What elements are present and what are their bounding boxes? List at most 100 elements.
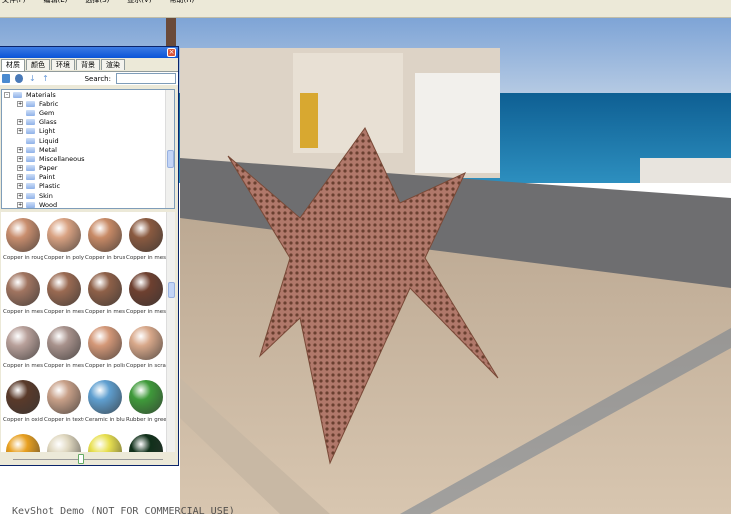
watermark-text: KeyShot Demo (NOT FOR COMMERCIAL USE): [12, 506, 235, 514]
material-label: Copper in mesh grid: [85, 309, 125, 315]
scrollbar-thumb[interactable]: [167, 150, 174, 168]
material-thumbnail[interactable]: Copper in oxidized: [3, 376, 43, 430]
material-thumbnail[interactable]: Rubber in green: [126, 376, 166, 430]
material-thumbnail[interactable]: Fabric cream: [44, 430, 84, 452]
folder-icon: [26, 155, 35, 162]
expand-icon[interactable]: +: [17, 100, 23, 107]
expand-icon[interactable]: +: [17, 174, 23, 181]
tree-item[interactable]: + Glass: [2, 118, 174, 127]
material-thumbnail[interactable]: Copper in brushed: [85, 214, 125, 268]
panel-titlebar[interactable]: ×: [0, 47, 178, 58]
folder-icon: [26, 146, 35, 153]
refresh-icon[interactable]: [15, 74, 24, 83]
folder-icon: [26, 183, 35, 190]
material-thumbnail[interactable]: Copper in mesh: [126, 214, 166, 268]
material-thumbnail[interactable]: Copper in polished: [85, 322, 125, 376]
building: [640, 158, 731, 183]
tree-item[interactable]: + Plastic: [2, 182, 174, 191]
material-thumbnail[interactable]: Ceramic in blue: [85, 376, 125, 430]
menu-item[interactable]: 显示(V): [127, 0, 151, 7]
tree-item[interactable]: + Paint: [2, 173, 174, 182]
folder-icon: [26, 119, 35, 126]
material-preview: [47, 218, 81, 252]
expand-icon[interactable]: +: [17, 201, 23, 208]
tab[interactable]: 环境: [51, 59, 75, 70]
material-thumbnail[interactable]: Copper in mesh dark: [126, 268, 166, 322]
search-input[interactable]: [115, 73, 176, 84]
material-preview: [129, 218, 163, 252]
material-thumbnail[interactable]: Copper in mesh grid: [85, 268, 125, 322]
tab[interactable]: 材质: [1, 59, 25, 71]
expand-icon[interactable]: +: [17, 183, 23, 190]
material-thumbnail[interactable]: Copper in mesh cross: [3, 322, 43, 376]
material-preview: [47, 434, 81, 452]
material-preview: [47, 380, 81, 414]
slider-knob[interactable]: [77, 454, 84, 464]
tree-item-label: Materials: [26, 90, 56, 99]
tree-scrollbar[interactable]: [165, 90, 174, 208]
expand-icon[interactable]: +: [17, 146, 23, 153]
material-thumbnail[interactable]: Plastic yellow: [85, 430, 125, 452]
material-thumbnail[interactable]: Plastic orange: [3, 430, 43, 452]
close-icon[interactable]: ×: [167, 48, 176, 57]
tab[interactable]: 背景: [76, 59, 100, 70]
material-thumbnail[interactable]: Copper in textured: [44, 376, 84, 430]
expand-icon[interactable]: +: [17, 119, 23, 126]
slider-track[interactable]: [13, 459, 163, 460]
tree-item[interactable]: - Materials: [2, 90, 174, 99]
tab[interactable]: 颜色: [26, 59, 50, 70]
tree-item-label: Paper: [39, 164, 58, 173]
expand-icon[interactable]: -: [4, 91, 10, 98]
tree-item[interactable]: + Metal: [2, 145, 174, 154]
material-preview: [6, 272, 40, 306]
tree-item[interactable]: + Paper: [2, 164, 174, 173]
material-thumbnail[interactable]: Paint dark green: [126, 430, 166, 452]
material-label: Rubber in green: [126, 417, 166, 423]
tree-item[interactable]: Liquid: [2, 136, 174, 145]
expand-icon[interactable]: +: [17, 192, 23, 199]
tree-item-label: Paint: [39, 173, 56, 182]
tree-item[interactable]: + Light: [2, 127, 174, 136]
tab[interactable]: 渲染: [101, 59, 125, 70]
tree-item[interactable]: + Miscellaneous: [2, 154, 174, 163]
add-icon[interactable]: [2, 74, 11, 83]
material-label: Copper in mesh: [126, 255, 166, 261]
material-preview: [88, 434, 122, 452]
tree-item[interactable]: Gem: [2, 108, 174, 117]
tree-item[interactable]: + Wood: [2, 200, 174, 209]
material-thumbnail[interactable]: Copper in mesh light: [44, 322, 84, 376]
tree-item[interactable]: + Fabric: [2, 99, 174, 108]
material-thumbnail[interactable]: Copper in mesh fine: [3, 268, 43, 322]
material-label: Copper in oxidized: [3, 417, 43, 423]
expand-icon[interactable]: +: [17, 155, 23, 162]
panel-tabs: 材质 颜色 环境 背景 渲染: [0, 59, 178, 71]
menu-item[interactable]: 文件(F): [2, 0, 26, 7]
expand-icon[interactable]: +: [17, 128, 23, 135]
expand-icon[interactable]: +: [17, 165, 23, 172]
tree-item-label: Wood: [39, 200, 58, 209]
material-thumbnails: Copper in roughCopper in polygonCopper i…: [1, 212, 175, 452]
menu-item[interactable]: 帮助(H): [170, 0, 195, 7]
tree-item-label: Miscellaneous: [39, 154, 85, 163]
arrow-down-icon[interactable]: ↓: [28, 74, 36, 83]
material-thumbnail[interactable]: Copper in rough: [3, 214, 43, 268]
menu-item[interactable]: 编辑(E): [44, 0, 68, 7]
thumbnail-size-slider[interactable]: [1, 453, 175, 465]
tree-item[interactable]: + Skin: [2, 191, 174, 200]
material-thumbnail[interactable]: Copper in mesh brick: [44, 268, 84, 322]
material-thumbnail[interactable]: Copper in scratched: [126, 322, 166, 376]
material-preview: [47, 272, 81, 306]
material-label: Copper in mesh cross: [3, 363, 43, 369]
material-label: Copper in mesh light: [44, 363, 84, 369]
thumbnails-scrollbar[interactable]: [166, 212, 175, 452]
folder-icon: [26, 137, 35, 144]
tree-item-label: Glass: [39, 118, 57, 127]
arrow-up-icon[interactable]: ↑: [41, 74, 49, 83]
material-label: Ceramic in blue: [85, 417, 125, 423]
toolbar: [0, 7, 731, 18]
tree-item-label: Fabric: [39, 99, 59, 108]
menu-item[interactable]: 选择(S): [85, 0, 109, 7]
scrollbar-thumb[interactable]: [168, 282, 175, 298]
material-thumbnail[interactable]: Copper in polygon: [44, 214, 84, 268]
folder-icon: [13, 91, 22, 98]
